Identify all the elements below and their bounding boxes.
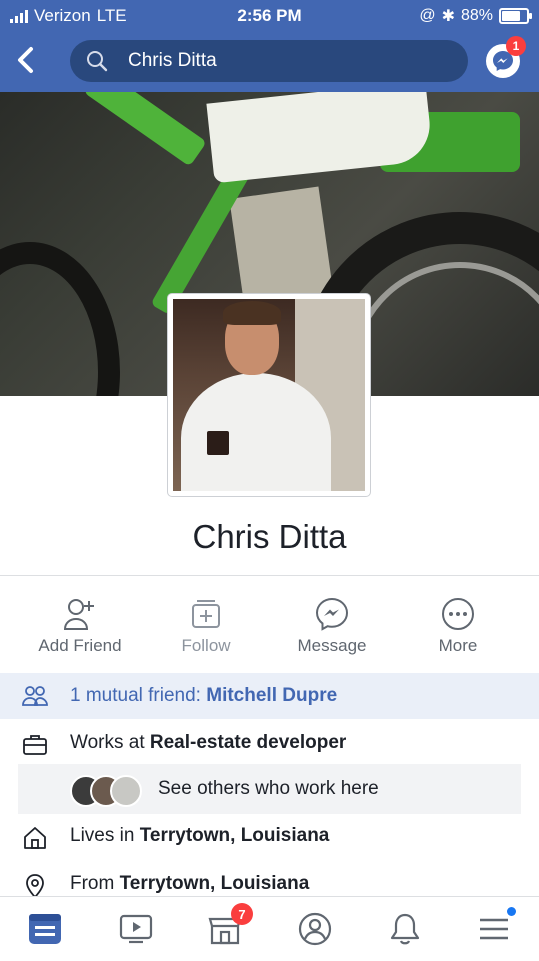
divider xyxy=(0,575,539,576)
tab-watch[interactable] xyxy=(116,911,156,947)
message-button[interactable]: Message xyxy=(272,578,392,672)
notification-badge: 7 xyxy=(231,903,253,925)
message-label: Message xyxy=(297,636,367,655)
work-row[interactable]: Works at Real-estate developer xyxy=(0,722,539,766)
add-friend-icon xyxy=(62,596,98,632)
tab-notifications[interactable] xyxy=(385,911,425,947)
messenger-badge: 1 xyxy=(506,36,526,56)
follow-icon xyxy=(188,596,224,632)
follow-label: Follow xyxy=(181,636,231,655)
messenger-button[interactable]: 1 xyxy=(486,36,526,78)
add-friend-label: Add Friend xyxy=(38,636,122,655)
location-icon: @ xyxy=(419,7,436,24)
current-city[interactable]: Terrytown, Louisiana xyxy=(140,825,330,846)
mutual-friends-count: 1 mutual friend: xyxy=(70,685,207,706)
battery-fill xyxy=(502,11,520,21)
follow-button[interactable]: Follow xyxy=(146,578,266,672)
lives-row[interactable]: Lives in Terrytown, Louisiana xyxy=(0,815,539,859)
battery-icon xyxy=(499,8,532,24)
avatar xyxy=(110,775,142,807)
bluetooth-icon: ✱ xyxy=(441,8,455,25)
more-label: More xyxy=(438,636,478,655)
search-icon xyxy=(84,48,110,74)
video-icon xyxy=(119,914,153,944)
work-prefix: Works at xyxy=(70,732,150,753)
profile-actions: Add Friend Follow Message More xyxy=(0,578,539,672)
profile-name: Chris Ditta xyxy=(192,518,347,555)
profile-picture[interactable] xyxy=(168,294,370,496)
workplace[interactable]: Real-estate developer xyxy=(150,732,346,753)
back-button[interactable] xyxy=(16,46,34,80)
battery-percent: 88% xyxy=(460,7,493,24)
from-prefix: From xyxy=(70,873,120,894)
bell-icon xyxy=(390,913,420,945)
lives-prefix: Lives in xyxy=(70,825,140,846)
profile-icon xyxy=(298,912,332,946)
add-friend-button[interactable]: Add Friend xyxy=(20,578,140,672)
menu-badge-dot xyxy=(507,907,516,916)
top-nav: Chris Ditta 1 xyxy=(0,32,539,92)
see-others-button[interactable]: See others who work here xyxy=(18,764,521,814)
coworker-avatars xyxy=(70,775,150,807)
bottom-tab-bar: 7 xyxy=(0,896,539,961)
more-button[interactable]: More xyxy=(398,578,518,672)
tab-marketplace[interactable]: 7 xyxy=(205,903,253,947)
tab-profile[interactable] xyxy=(295,911,335,947)
status-bar: Verizon LTE 2:56 PM @ ✱ 88% xyxy=(0,0,539,32)
search-query[interactable]: Chris Ditta xyxy=(128,50,217,72)
friends-icon xyxy=(22,683,48,714)
home-icon xyxy=(22,825,48,851)
menu-icon xyxy=(480,918,508,940)
mutual-friends-row[interactable]: 1 mutual friend: Mitchell Dupre xyxy=(0,673,539,719)
tab-menu[interactable] xyxy=(474,907,516,947)
briefcase-icon xyxy=(22,732,48,758)
search-bar[interactable]: Chris Ditta xyxy=(70,40,468,82)
more-icon xyxy=(440,596,476,632)
tab-news-feed[interactable] xyxy=(25,911,65,947)
messenger-icon xyxy=(314,596,350,632)
hometown[interactable]: Terrytown, Louisiana xyxy=(120,873,310,894)
see-others-label: See others who work here xyxy=(158,778,379,799)
mutual-friend-name[interactable]: Mitchell Dupre xyxy=(206,685,337,706)
news-feed-icon xyxy=(29,914,61,944)
